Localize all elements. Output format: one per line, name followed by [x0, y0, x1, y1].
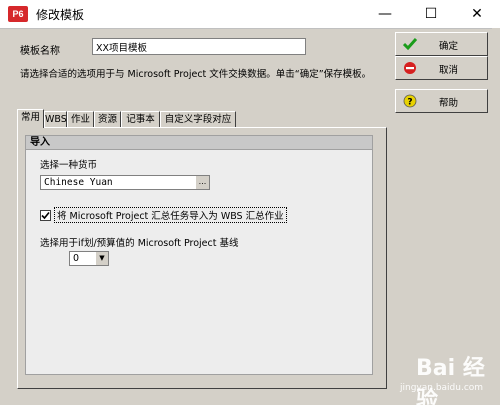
- cancel-button[interactable]: 取消: [395, 56, 488, 80]
- ok-button[interactable]: 确定: [395, 32, 488, 56]
- import-summary-checkbox[interactable]: [40, 210, 51, 221]
- import-summary-checkbox-label[interactable]: 将 Microsoft Project 汇总任务导入为 WBS 汇总作业: [54, 207, 287, 223]
- template-name-label: 模板名称: [20, 46, 60, 57]
- close-button[interactable]: ✕: [454, 0, 500, 28]
- baidu-watermark: Bai 经验: [416, 356, 485, 413]
- baseline-label: 选择用于if划/预算值的 Microsoft Project 基线: [40, 238, 239, 249]
- tab-resources[interactable]: 资源: [94, 111, 121, 127]
- tab-notebook[interactable]: 记事本: [121, 111, 160, 127]
- window-title: 修改模板: [36, 8, 85, 22]
- currency-field[interactable]: Chinese Yuan: [40, 175, 210, 190]
- baseline-dropdown-arrow[interactable]: ▼: [96, 252, 108, 265]
- help-button-label: 帮助: [438, 98, 458, 109]
- maximize-button[interactable]: ☐: [408, 0, 454, 28]
- p6-app-icon: P6: [8, 6, 28, 22]
- tab-wbs[interactable]: WBS: [44, 111, 67, 127]
- import-group-title: 导入: [25, 135, 373, 150]
- right-edge-strip: [492, 28, 500, 404]
- help-button[interactable]: ? 帮助: [395, 89, 488, 113]
- baidu-watermark-url: jingyan.baidu.com: [400, 383, 484, 393]
- minimize-button[interactable]: —: [362, 0, 408, 28]
- tab-custom-field-mapping[interactable]: 自定义字段对应: [160, 111, 236, 127]
- tab-general[interactable]: 常用: [17, 109, 44, 128]
- currency-label: 选择一种货币: [40, 160, 98, 171]
- tab-activities[interactable]: 作业: [67, 111, 94, 127]
- cancel-button-label: 取消: [438, 65, 458, 76]
- currency-browse-button[interactable]: ...: [196, 176, 209, 189]
- instruction-text: 请选择合适的选项用于与 Microsoft Project 文件交换数据。单击“…: [20, 69, 372, 80]
- title-bar: P6 修改模板 — ☐ ✕: [0, 0, 500, 28]
- template-name-input[interactable]: [92, 38, 306, 55]
- checkmark-icon: [41, 211, 50, 220]
- ok-button-label: 确定: [438, 41, 458, 52]
